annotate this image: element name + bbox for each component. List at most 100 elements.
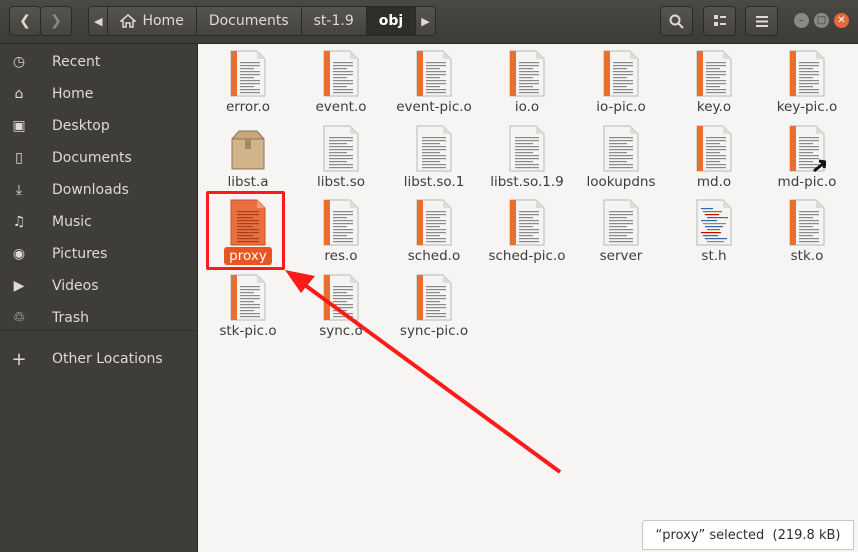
file-item[interactable]: key.o <box>667 46 761 120</box>
file-item[interactable]: server <box>574 195 668 269</box>
status-text: “proxy” selected (219.8 kB) <box>655 527 841 543</box>
crumb-label: Home <box>142 13 184 29</box>
file-name: io-pic.o <box>596 99 646 115</box>
video-icon: ▶ <box>13 278 25 294</box>
breadcrumb-scroll-right[interactable]: ▶ <box>415 7 435 35</box>
file-name: sched-pic.o <box>488 248 566 264</box>
sidebar-item-documents[interactable]: ▯ Documents <box>0 142 197 174</box>
crumb-label: Documents <box>208 13 289 29</box>
crumb-label: st-1.9 <box>313 13 354 29</box>
sidebar-item-label: Home <box>52 86 94 102</box>
file-name: libst.so <box>317 174 365 190</box>
sidebar-item-home[interactable]: ⌂ Home <box>0 78 197 110</box>
archive-box-icon <box>231 130 265 170</box>
object-file-icon <box>696 125 732 172</box>
file-item[interactable]: stk.o <box>760 195 854 269</box>
sidebar-item-label: Other Locations <box>52 351 163 367</box>
object-file-icon <box>323 274 359 321</box>
header-bar: ❮ ❯ ◀ Home Documents st-1.9 obj ▶ – □ ✕ <box>0 0 858 44</box>
crumb-home[interactable]: Home <box>107 7 196 35</box>
file-name: io.o <box>514 99 540 115</box>
crumb-obj[interactable]: obj <box>365 7 416 35</box>
object-file-icon <box>789 199 825 246</box>
sidebar-item-desktop[interactable]: ▣ Desktop <box>0 110 197 142</box>
file-item[interactable]: event-pic.o <box>387 46 481 120</box>
sidebar-separator <box>0 330 197 331</box>
file-name: error.o <box>226 99 270 115</box>
object-file-icon <box>509 199 545 246</box>
file-item[interactable]: sched.o <box>387 195 481 269</box>
home-icon <box>120 14 137 28</box>
file-item[interactable]: libst.so.1 <box>387 121 481 195</box>
text-file-icon <box>603 199 639 246</box>
file-item[interactable]: libst.a <box>201 121 295 195</box>
file-name: sync.o <box>319 323 363 339</box>
file-item[interactable]: libst.so.1.9 <box>480 121 574 195</box>
file-item[interactable]: sync-pic.o <box>387 270 481 344</box>
sidebar-item-pictures[interactable]: ◉ Pictures <box>0 238 197 270</box>
object-file-link-icon <box>789 125 826 172</box>
file-item[interactable]: libst.so <box>294 121 388 195</box>
sidebar-item-label: Videos <box>52 278 99 294</box>
file-item[interactable]: io.o <box>480 46 574 120</box>
maximize-icon: □ <box>816 15 827 26</box>
object-file-icon <box>230 274 266 321</box>
back-button[interactable]: ❮ <box>9 6 41 36</box>
sidebar-item-recent[interactable]: ◷ Recent <box>0 46 197 78</box>
minimize-icon: – <box>799 15 804 26</box>
sidebar-item-label: Downloads <box>52 182 129 198</box>
file-item[interactable]: key-pic.o <box>760 46 854 120</box>
file-name: sched.o <box>407 248 461 264</box>
file-name: sync-pic.o <box>399 323 469 339</box>
sidebar-item-label: Music <box>52 214 92 230</box>
file-item[interactable]: stk-pic.o <box>201 270 295 344</box>
file-name: lookupdns <box>586 174 656 190</box>
go-forward-icon: ❯ <box>50 13 62 29</box>
trash-icon: ♲ <box>12 310 26 326</box>
crumb-st-1-9[interactable]: st-1.9 <box>300 7 366 35</box>
file-name: res.o <box>324 248 358 264</box>
sidebar-item-label: Pictures <box>52 246 108 262</box>
file-name: event-pic.o <box>396 99 472 115</box>
crumb-label: obj <box>378 13 404 29</box>
clock-icon: ◷ <box>12 54 26 70</box>
object-file-icon <box>603 50 639 97</box>
file-item[interactable]: sched-pic.o <box>480 195 574 269</box>
search-icon <box>669 14 684 29</box>
hamburger-menu-icon <box>755 15 768 27</box>
sidebar-item-downloads[interactable]: ⤓ Downloads <box>0 174 197 206</box>
sidebar-item-other-locations[interactable]: + Other Locations <box>0 343 197 375</box>
search-button[interactable] <box>660 6 693 36</box>
close-button[interactable]: ✕ <box>834 13 849 28</box>
sidebar-item-music[interactable]: ♫ Music <box>0 206 197 238</box>
file-item[interactable]: sync.o <box>294 270 388 344</box>
file-name: server <box>599 248 643 264</box>
maximize-button[interactable]: □ <box>814 13 829 28</box>
breadcrumb-scroll-left[interactable]: ◀ <box>89 7 108 35</box>
file-item[interactable]: io-pic.o <box>574 46 668 120</box>
text-file-icon <box>416 125 452 172</box>
object-file-icon <box>416 50 452 97</box>
file-name: st.h <box>701 248 727 264</box>
file-item[interactable]: md-pic.o <box>760 121 854 195</box>
text-file-icon <box>603 125 639 172</box>
menu-button[interactable] <box>745 6 778 36</box>
file-name: key.o <box>696 99 732 115</box>
document-icon: ▯ <box>15 150 23 166</box>
forward-button[interactable]: ❯ <box>40 6 72 36</box>
file-grid: error.o event.o event-pic.o io.o io-pic.o key… <box>198 44 858 552</box>
view-options-button[interactable] <box>703 6 736 36</box>
file-item[interactable]: res.o <box>294 195 388 269</box>
header-file-icon <box>696 199 732 246</box>
object-file-icon <box>416 274 452 321</box>
file-item[interactable]: st.h <box>667 195 761 269</box>
minimize-button[interactable]: – <box>794 13 809 28</box>
file-item[interactable]: md.o <box>667 121 761 195</box>
home-icon: ⌂ <box>14 86 24 102</box>
camera-icon: ◉ <box>12 246 26 262</box>
sidebar-item-videos[interactable]: ▶ Videos <box>0 270 197 302</box>
crumb-documents[interactable]: Documents <box>195 7 301 35</box>
file-item[interactable]: lookupdns <box>574 121 668 195</box>
file-item[interactable]: error.o <box>201 46 295 120</box>
file-item[interactable]: event.o <box>294 46 388 120</box>
